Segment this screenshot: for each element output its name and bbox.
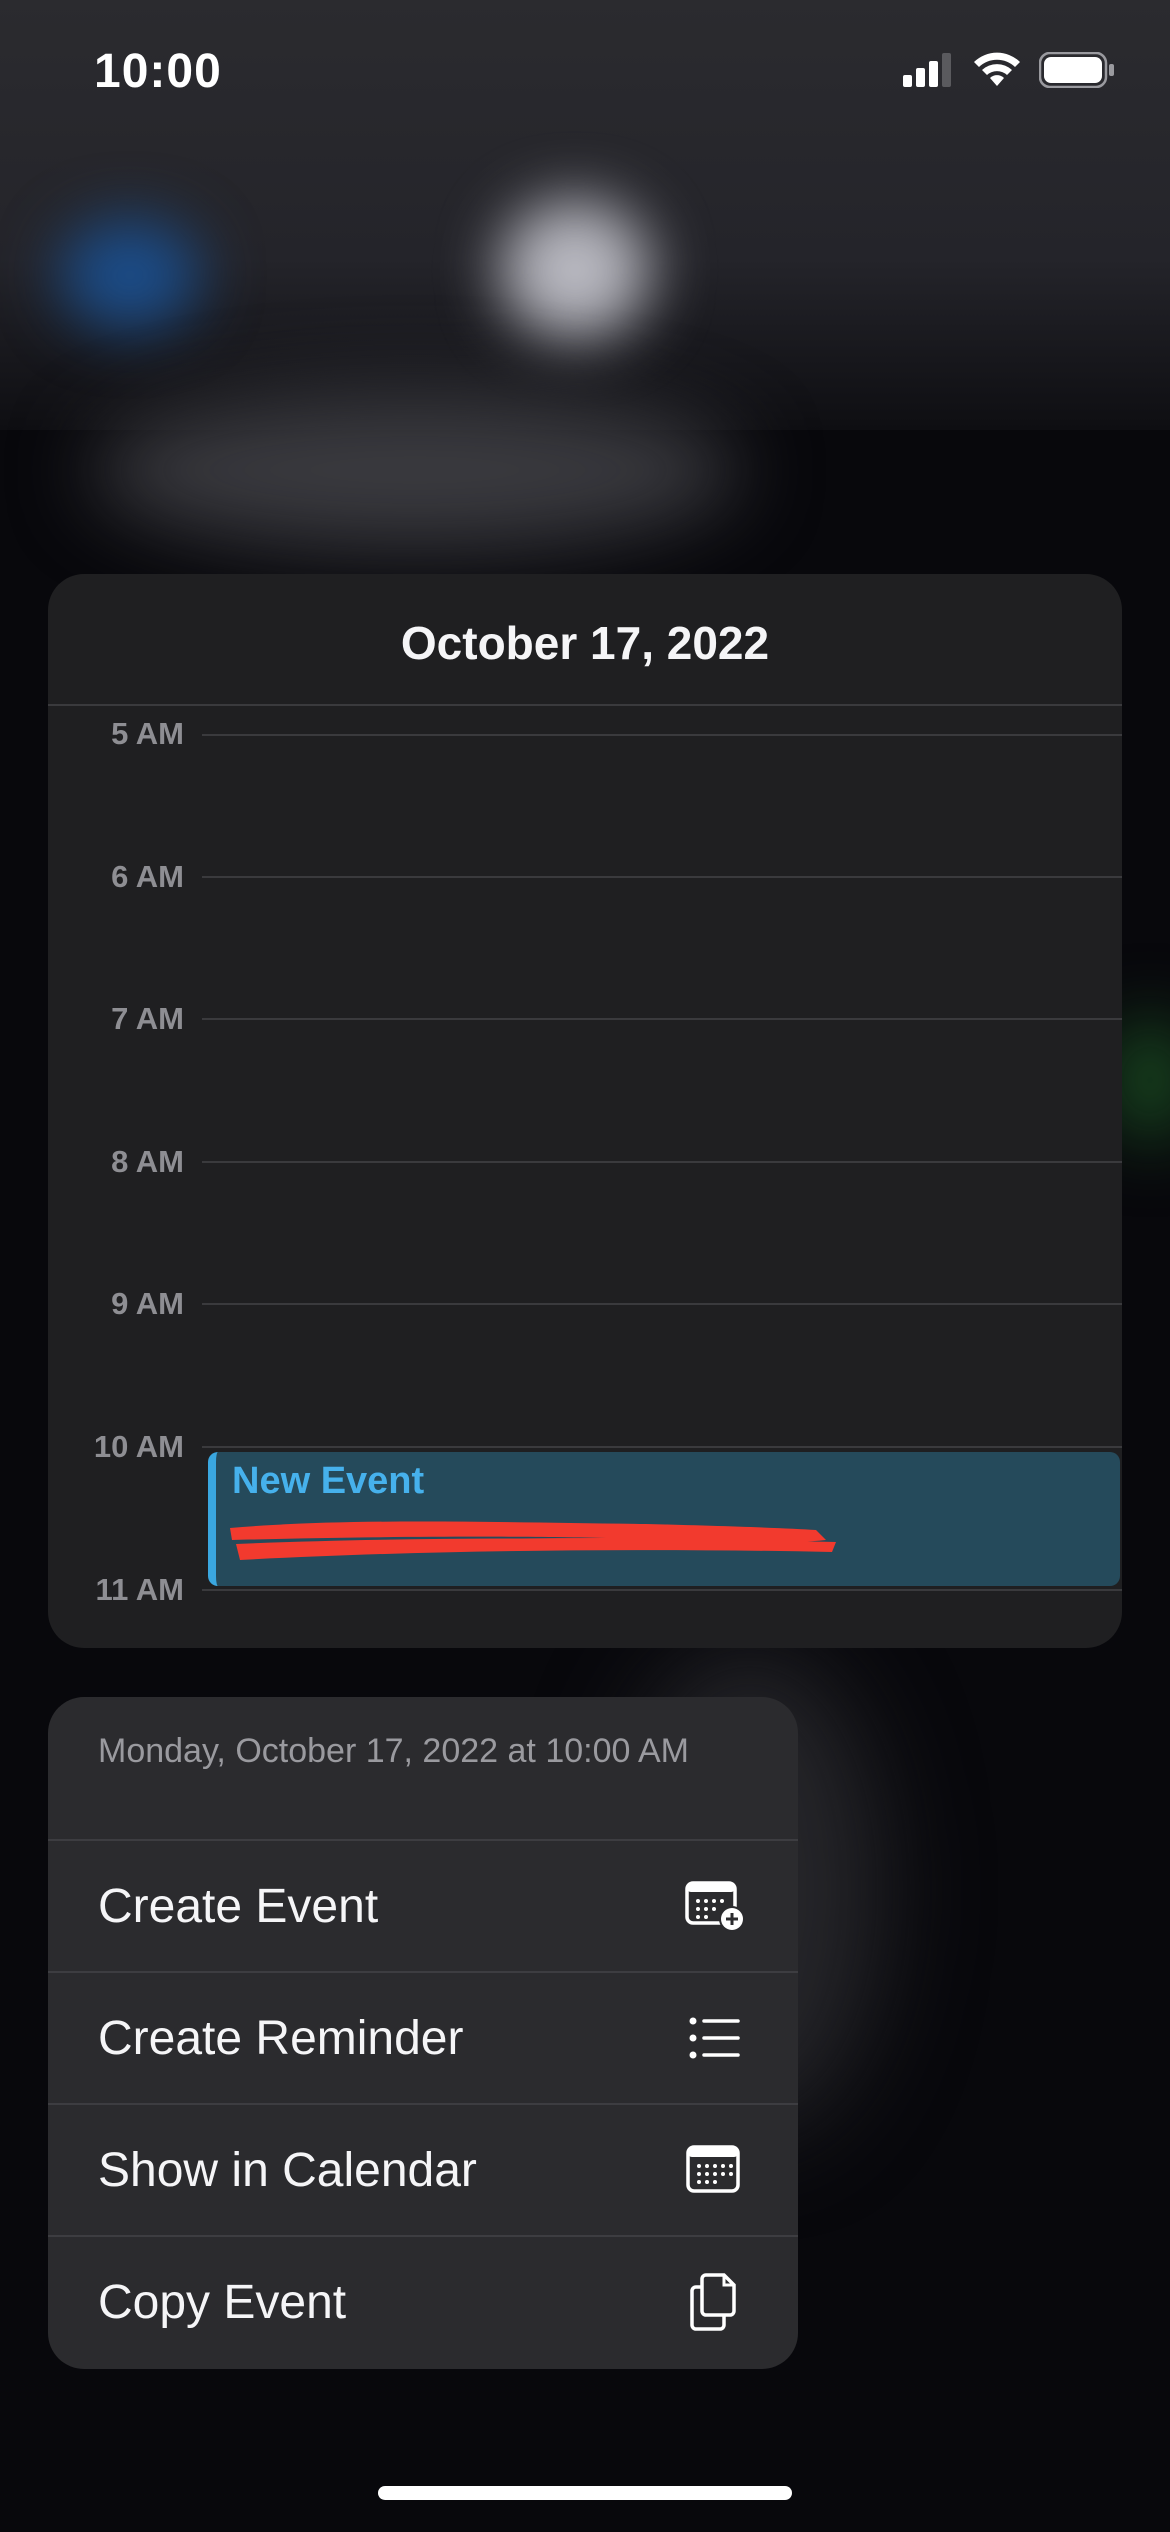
hour-line bbox=[202, 1589, 1122, 1591]
hour-line bbox=[202, 1446, 1122, 1448]
hour-label: 9 AM bbox=[111, 1286, 184, 1321]
menu-item-label: Copy Event bbox=[98, 2276, 347, 2329]
calendar-event[interactable]: New Event bbox=[208, 1452, 1120, 1586]
copy-icon bbox=[690, 2273, 736, 2331]
hour-line bbox=[202, 1161, 1122, 1163]
menu-item-label: Show in Calendar bbox=[98, 2144, 477, 2197]
calendar-icon bbox=[686, 2145, 740, 2193]
day-title: October 17, 2022 bbox=[400, 617, 770, 669]
menu-item-label: Create Event bbox=[98, 1880, 379, 1933]
hour-label: 7 AM bbox=[111, 1001, 184, 1036]
wifi-icon bbox=[974, 52, 1020, 86]
hour-label: 8 AM bbox=[111, 1144, 184, 1179]
context-menu: Monday, October 17, 2022 at 10:00 AM Cre… bbox=[48, 1697, 798, 2369]
redaction-mark bbox=[230, 1521, 836, 1560]
calendar-add-icon bbox=[685, 1881, 745, 1932]
hour-label: 11 AM bbox=[95, 1572, 184, 1607]
hour-label: 10 AM bbox=[93, 1429, 184, 1464]
hour-label: 6 AM bbox=[111, 859, 184, 894]
day-preview-card[interactable]: October 17, 2022 5 AM 6 AM 7 AM 8 AM 9 A… bbox=[48, 574, 1122, 1648]
status-bar: 10:00 bbox=[0, 0, 1170, 150]
event-title: New Event bbox=[232, 1460, 425, 1502]
status-time: 10:00 bbox=[94, 45, 222, 98]
copy-event-button[interactable]: Copy Event bbox=[48, 2235, 798, 2365]
hour-line bbox=[202, 734, 1122, 736]
menu-item-label: Create Reminder bbox=[98, 2012, 464, 2065]
divider bbox=[48, 704, 1122, 706]
hour-line bbox=[202, 876, 1122, 878]
cellular-signal-icon bbox=[903, 53, 951, 87]
home-indicator[interactable] bbox=[378, 2486, 792, 2500]
show-in-calendar-button[interactable]: Show in Calendar bbox=[48, 2103, 798, 2233]
list-icon bbox=[689, 2017, 740, 2059]
create-reminder-button[interactable]: Create Reminder bbox=[48, 1971, 798, 2101]
create-event-button[interactable]: Create Event bbox=[48, 1839, 798, 1969]
hour-label: 5 AM bbox=[111, 716, 184, 751]
battery-icon bbox=[1039, 52, 1114, 88]
hour-line bbox=[202, 1018, 1122, 1020]
hour-line bbox=[202, 1303, 1122, 1305]
menu-header: Monday, October 17, 2022 at 10:00 AM bbox=[98, 1732, 689, 1770]
